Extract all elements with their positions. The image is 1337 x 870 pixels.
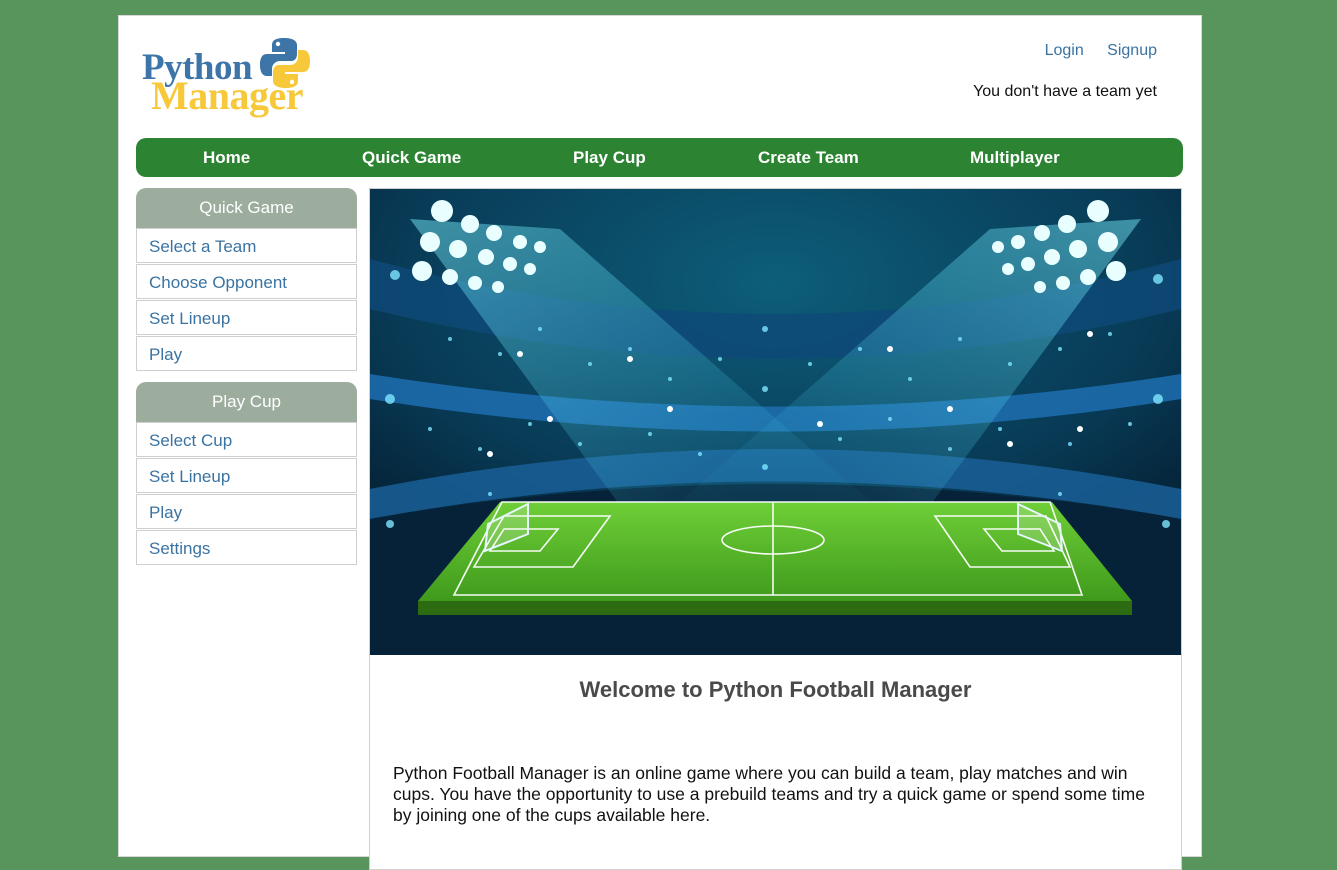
team-status-text: You don't have a team yet <box>973 83 1157 100</box>
sidebar-item-select-cup[interactable]: Select Cup <box>136 422 357 457</box>
sidebar-item-cup-set-lineup[interactable]: Set Lineup <box>136 458 357 493</box>
sidebar-item-settings[interactable]: Settings <box>136 530 357 565</box>
quick-game-panel: Quick Game Select a Team Choose Opponent… <box>136 188 357 371</box>
nav-home[interactable]: Home <box>203 148 250 168</box>
python-manager-logo[interactable]: Python Manager <box>142 36 317 118</box>
sidebar-item-cup-play[interactable]: Play <box>136 494 357 529</box>
main-content: Welcome to Python Football Manager Pytho… <box>369 188 1182 870</box>
sidebar-item-set-lineup[interactable]: Set Lineup <box>136 300 357 335</box>
account-links: Login Signup <box>1026 42 1157 60</box>
sidebar-item-play[interactable]: Play <box>136 336 357 371</box>
nav-create-team[interactable]: Create Team <box>758 148 859 168</box>
sidebar-item-choose-opponent[interactable]: Choose Opponent <box>136 264 357 299</box>
intro-paragraph: Python Football Manager is an online gam… <box>393 763 1145 825</box>
main-navbar: Home Quick Game Play Cup Create Team Mul… <box>136 138 1183 177</box>
nav-play-cup[interactable]: Play Cup <box>573 148 646 168</box>
quick-game-panel-title: Quick Game <box>136 188 357 229</box>
sidebar: Quick Game Select a Team Choose Opponent… <box>136 188 357 576</box>
nav-quick-game[interactable]: Quick Game <box>362 148 461 168</box>
welcome-title: Welcome to Python Football Manager <box>579 677 972 702</box>
play-cup-panel: Play Cup Select Cup Set Lineup Play Sett… <box>136 382 357 565</box>
nav-multiplayer[interactable]: Multiplayer <box>970 148 1060 168</box>
login-link[interactable]: Login <box>1045 42 1084 59</box>
signup-link[interactable]: Signup <box>1107 42 1157 59</box>
stadium-hero-image <box>370 189 1181 655</box>
play-cup-panel-title: Play Cup <box>136 382 357 423</box>
sidebar-item-select-team[interactable]: Select a Team <box>136 228 357 263</box>
python-logo-icon <box>260 38 310 88</box>
page-container: Python Manager Login Signup You don't ha… <box>118 15 1202 870</box>
